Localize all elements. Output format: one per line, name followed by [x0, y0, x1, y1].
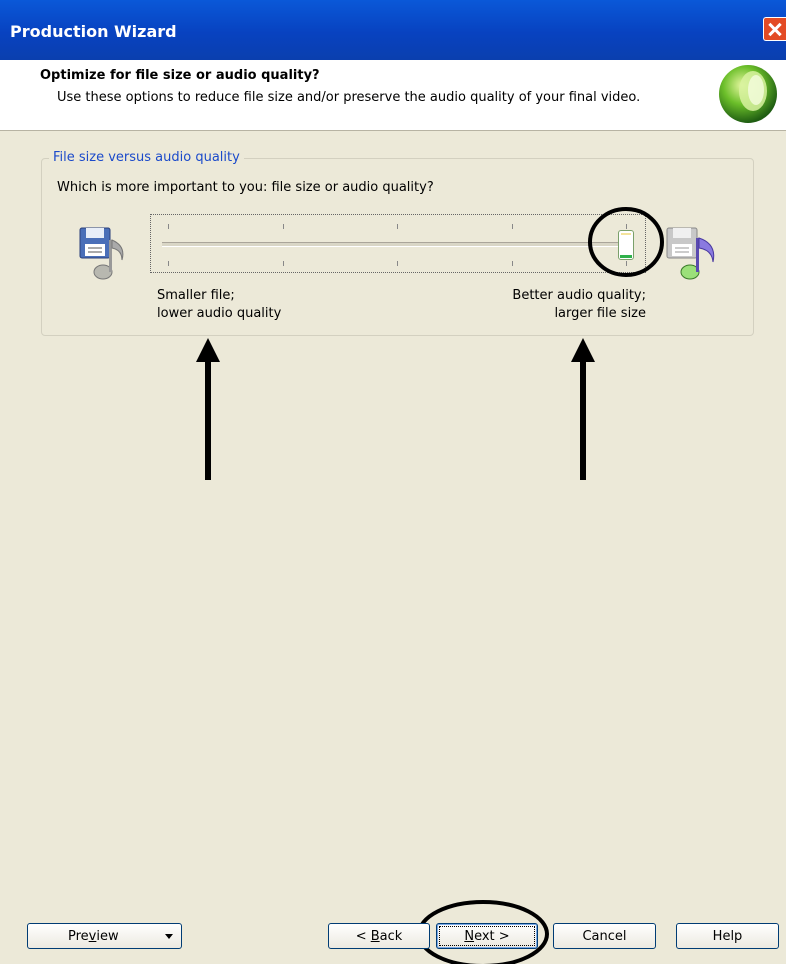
next-button[interactable]: Next >	[436, 923, 538, 949]
right-label-line1: Better audio quality;	[512, 288, 646, 303]
next-label-b: ext >	[474, 928, 510, 944]
left-arrow	[196, 338, 220, 480]
slider-tick	[626, 224, 627, 229]
preview-label-u: v	[88, 928, 97, 944]
preview-label-a: Pre	[68, 928, 89, 944]
right-label-line2: larger file size	[554, 306, 646, 321]
slider-tick	[397, 261, 398, 266]
app-logo-icon	[719, 65, 777, 123]
page-title: Optimize for file size or audio quality?	[40, 68, 320, 83]
wizard-header: Optimize for file size or audio quality?…	[0, 60, 786, 131]
help-button[interactable]: Help	[676, 923, 779, 949]
page-subtitle: Use these options to reduce file size an…	[57, 90, 641, 105]
back-label-a: <	[355, 928, 371, 944]
back-label-u: B	[370, 928, 380, 944]
slider-tick	[282, 224, 284, 229]
preview-button[interactable]: Pre v iew	[27, 923, 182, 949]
next-label-u: N	[464, 928, 475, 944]
small-file-audio-icon	[79, 227, 124, 280]
dropdown-arrow-icon[interactable]	[165, 934, 173, 939]
back-label-b: ack	[379, 928, 403, 944]
slider-tick	[511, 261, 513, 266]
slider-tick	[397, 224, 398, 229]
annotation-overlay	[196, 207, 664, 964]
question-text: Which is more important to you: file siz…	[57, 180, 434, 195]
right-arrow	[571, 338, 595, 480]
slider-tick	[626, 261, 627, 266]
large-file-audio-icon	[666, 227, 715, 280]
quality-slider-thumb[interactable]	[618, 230, 634, 260]
slider-tick	[168, 224, 169, 229]
right-label: Better audio quality; larger file size	[490, 287, 646, 323]
left-label: Smaller file; lower audio quality	[157, 287, 281, 323]
slider-tick	[168, 261, 169, 266]
left-label-line1: Smaller file;	[157, 288, 235, 303]
back-button[interactable]: < Back	[328, 923, 430, 949]
close-icon[interactable]	[763, 17, 786, 41]
slider-tick	[282, 261, 284, 266]
groupbox-legend: File size versus audio quality	[49, 150, 244, 165]
preview-label-b: iew	[96, 928, 119, 944]
slider-tick	[511, 224, 513, 229]
left-label-line2: lower audio quality	[157, 306, 282, 321]
window-title: Production Wizard	[10, 22, 177, 41]
quality-slider-track[interactable]	[162, 242, 634, 247]
title-bar: Production Wizard	[0, 0, 786, 60]
cancel-button[interactable]: Cancel	[553, 923, 656, 949]
